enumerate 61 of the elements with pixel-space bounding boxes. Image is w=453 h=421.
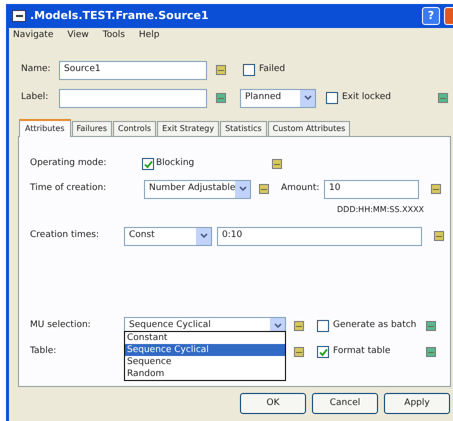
text-field[interactable]: Source1 <box>59 60 207 80</box>
menu-item[interactable]: View <box>67 29 89 43</box>
menu-item[interactable]: Tools <box>102 29 125 43</box>
tab[interactable]: Exit Strategy <box>157 121 220 137</box>
menu-item[interactable]: Navigate <box>13 29 54 43</box>
checkbox[interactable] <box>317 346 329 358</box>
field-label: MU selection: <box>30 319 92 332</box>
tab[interactable]: Attributes <box>19 119 70 137</box>
window-icon <box>12 10 26 22</box>
dropdown-option[interactable]: Sequence <box>125 356 285 368</box>
field-label: Operating mode: <box>30 157 108 170</box>
dropdown-option[interactable]: Sequence Cyclical <box>125 344 285 356</box>
checkbox-label: Blocking <box>156 157 196 170</box>
text-field[interactable]: 0:10 <box>217 226 422 246</box>
dropdown[interactable]: Number Adjustable <box>144 180 251 198</box>
close-button[interactable] <box>444 7 453 25</box>
checkbox-label: Exit locked <box>342 91 391 104</box>
checkbox[interactable] <box>142 158 154 170</box>
checkbox-label: Failed <box>259 63 286 76</box>
tab[interactable]: Statistics <box>220 121 267 137</box>
dropdown-value: Sequence Cyclical <box>129 319 211 332</box>
dropdown-value: Planned <box>245 91 282 104</box>
dropdown[interactable]: Const <box>124 226 212 246</box>
checkbox[interactable] <box>243 64 255 76</box>
inherit-indicator-icon[interactable] <box>216 65 226 75</box>
field-label: Amount: <box>281 182 320 196</box>
inherit-indicator-icon[interactable] <box>294 321 304 331</box>
inherit-indicator-icon[interactable] <box>216 93 226 103</box>
menu-item[interactable]: Help <box>138 29 160 43</box>
checkbox[interactable] <box>326 92 338 104</box>
dropdown-option[interactable]: Random <box>125 368 285 380</box>
inherit-indicator-icon[interactable] <box>438 93 448 103</box>
dialog-button[interactable]: Cancel <box>312 393 378 414</box>
checkbox-label: Format table <box>333 345 392 358</box>
text-field[interactable] <box>59 88 207 108</box>
inherit-indicator-icon[interactable] <box>434 231 444 241</box>
field-label: Name: <box>21 63 52 76</box>
field-label: Creation times: <box>30 229 100 242</box>
window-title: .Models.TEST.Frame.Source1 <box>30 8 209 24</box>
dialog-button[interactable]: OK <box>240 393 306 414</box>
help-button[interactable]: ? <box>422 7 440 25</box>
dropdown[interactable]: Planned <box>240 88 316 108</box>
field-label: Time of creation: <box>30 182 108 196</box>
tab[interactable]: Failures <box>72 121 112 137</box>
inherit-indicator-icon[interactable] <box>272 159 282 169</box>
inherit-indicator-icon[interactable] <box>431 184 441 194</box>
inherit-indicator-icon[interactable] <box>259 184 269 194</box>
dialog-button[interactable]: Apply <box>384 393 450 414</box>
inherit-indicator-icon[interactable] <box>426 347 436 357</box>
checkbox-label: Generate as batch <box>333 319 418 332</box>
format-hint: DDD:HH:MM:SS.XXXX <box>337 204 424 216</box>
field-label: Label: <box>21 91 50 104</box>
dropdown-value: Const <box>129 229 155 242</box>
field-label: Table: <box>30 345 58 358</box>
tab[interactable]: Controls <box>113 121 156 137</box>
tab[interactable]: Custom Attributes <box>268 121 350 137</box>
text-field[interactable]: 10 <box>324 180 419 198</box>
dropdown-value: Number Adjustable <box>149 182 236 196</box>
inherit-indicator-icon[interactable] <box>294 347 304 357</box>
inherit-indicator-icon[interactable] <box>426 321 436 331</box>
checkbox[interactable] <box>317 320 329 332</box>
